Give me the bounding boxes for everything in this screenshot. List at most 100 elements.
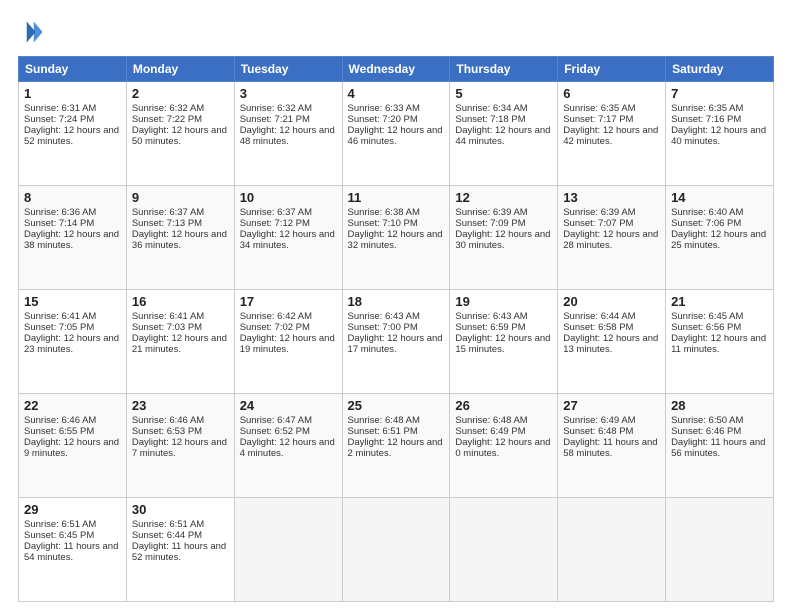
- calendar-cell: 25Sunrise: 6:48 AMSunset: 6:51 PMDayligh…: [342, 394, 450, 498]
- daylight: Daylight: 12 hours and 46 minutes.: [348, 125, 443, 147]
- daylight: Daylight: 12 hours and 40 minutes.: [671, 125, 766, 147]
- day-number: 3: [240, 86, 337, 101]
- sunset: Sunset: 6:58 PM: [563, 322, 633, 333]
- daylight: Daylight: 12 hours and 32 minutes.: [348, 229, 443, 251]
- sunrise: Sunrise: 6:42 AM: [240, 311, 312, 322]
- calendar-cell: 13Sunrise: 6:39 AMSunset: 7:07 PMDayligh…: [558, 186, 666, 290]
- sunset: Sunset: 6:56 PM: [671, 322, 741, 333]
- calendar-cell: 6Sunrise: 6:35 AMSunset: 7:17 PMDaylight…: [558, 82, 666, 186]
- sunset: Sunset: 7:22 PM: [132, 114, 202, 125]
- weekday-header-monday: Monday: [126, 57, 234, 82]
- daylight: Daylight: 11 hours and 56 minutes.: [671, 437, 765, 459]
- sunset: Sunset: 7:05 PM: [24, 322, 94, 333]
- day-number: 16: [132, 294, 229, 309]
- calendar-cell: 8Sunrise: 6:36 AMSunset: 7:14 PMDaylight…: [19, 186, 127, 290]
- sunset: Sunset: 7:10 PM: [348, 218, 418, 229]
- sunset: Sunset: 6:51 PM: [348, 426, 418, 437]
- header: [18, 18, 774, 46]
- sunset: Sunset: 6:49 PM: [455, 426, 525, 437]
- daylight: Daylight: 12 hours and 48 minutes.: [240, 125, 335, 147]
- week-row-4: 22Sunrise: 6:46 AMSunset: 6:55 PMDayligh…: [19, 394, 774, 498]
- daylight: Daylight: 11 hours and 54 minutes.: [24, 541, 118, 563]
- sunrise: Sunrise: 6:31 AM: [24, 103, 96, 114]
- day-number: 17: [240, 294, 337, 309]
- sunrise: Sunrise: 6:41 AM: [132, 311, 204, 322]
- day-number: 29: [24, 502, 121, 517]
- weekday-header-thursday: Thursday: [450, 57, 558, 82]
- daylight: Daylight: 12 hours and 36 minutes.: [132, 229, 227, 251]
- calendar-cell: 19Sunrise: 6:43 AMSunset: 6:59 PMDayligh…: [450, 290, 558, 394]
- day-number: 21: [671, 294, 768, 309]
- daylight: Daylight: 12 hours and 44 minutes.: [455, 125, 550, 147]
- sunrise: Sunrise: 6:37 AM: [132, 207, 204, 218]
- sunrise: Sunrise: 6:50 AM: [671, 415, 743, 426]
- calendar-cell: 17Sunrise: 6:42 AMSunset: 7:02 PMDayligh…: [234, 290, 342, 394]
- day-number: 1: [24, 86, 121, 101]
- daylight: Daylight: 12 hours and 25 minutes.: [671, 229, 766, 251]
- calendar-cell: 7Sunrise: 6:35 AMSunset: 7:16 PMDaylight…: [666, 82, 774, 186]
- day-number: 30: [132, 502, 229, 517]
- sunrise: Sunrise: 6:32 AM: [132, 103, 204, 114]
- calendar-cell: [558, 498, 666, 602]
- calendar-cell: 20Sunrise: 6:44 AMSunset: 6:58 PMDayligh…: [558, 290, 666, 394]
- calendar-cell: 16Sunrise: 6:41 AMSunset: 7:03 PMDayligh…: [126, 290, 234, 394]
- daylight: Daylight: 12 hours and 17 minutes.: [348, 333, 443, 355]
- day-number: 20: [563, 294, 660, 309]
- logo: [18, 18, 50, 46]
- sunset: Sunset: 7:09 PM: [455, 218, 525, 229]
- daylight: Daylight: 12 hours and 28 minutes.: [563, 229, 658, 251]
- calendar-cell: 4Sunrise: 6:33 AMSunset: 7:20 PMDaylight…: [342, 82, 450, 186]
- sunrise: Sunrise: 6:43 AM: [455, 311, 527, 322]
- daylight: Daylight: 12 hours and 15 minutes.: [455, 333, 550, 355]
- day-number: 6: [563, 86, 660, 101]
- sunset: Sunset: 7:06 PM: [671, 218, 741, 229]
- sunset: Sunset: 7:02 PM: [240, 322, 310, 333]
- daylight: Daylight: 11 hours and 58 minutes.: [563, 437, 657, 459]
- sunrise: Sunrise: 6:37 AM: [240, 207, 312, 218]
- week-row-3: 15Sunrise: 6:41 AMSunset: 7:05 PMDayligh…: [19, 290, 774, 394]
- weekday-header-wednesday: Wednesday: [342, 57, 450, 82]
- day-number: 8: [24, 190, 121, 205]
- sunset: Sunset: 6:45 PM: [24, 530, 94, 541]
- day-number: 18: [348, 294, 445, 309]
- daylight: Daylight: 12 hours and 42 minutes.: [563, 125, 658, 147]
- sunset: Sunset: 6:53 PM: [132, 426, 202, 437]
- calendar-cell: 11 Sunrise: 6:38 AMSunset: 7:10 PMDayligh…: [342, 186, 450, 290]
- daylight: Daylight: 12 hours and 30 minutes.: [455, 229, 550, 251]
- calendar-cell: 9Sunrise: 6:37 AMSunset: 7:13 PMDaylight…: [126, 186, 234, 290]
- sunrise: Sunrise: 6:39 AM: [563, 207, 635, 218]
- calendar-cell: 3Sunrise: 6:32 AMSunset: 7:21 PMDaylight…: [234, 82, 342, 186]
- sunset: Sunset: 6:48 PM: [563, 426, 633, 437]
- calendar-cell: 1Sunrise: 6:31 AMSunset: 7:24 PMDaylight…: [19, 82, 127, 186]
- weekday-header-sunday: Sunday: [19, 57, 127, 82]
- day-number: 2: [132, 86, 229, 101]
- day-number: 10: [240, 190, 337, 205]
- daylight: Daylight: 12 hours and 50 minutes.: [132, 125, 227, 147]
- day-number: 28: [671, 398, 768, 413]
- sunrise: Sunrise: 6:33 AM: [348, 103, 420, 114]
- daylight: Daylight: 12 hours and 9 minutes.: [24, 437, 119, 459]
- sunset: Sunset: 7:14 PM: [24, 218, 94, 229]
- sunset: Sunset: 6:46 PM: [671, 426, 741, 437]
- day-number: 7: [671, 86, 768, 101]
- daylight: Daylight: 12 hours and 11 minutes.: [671, 333, 766, 355]
- calendar-cell: 26Sunrise: 6:48 AMSunset: 6:49 PMDayligh…: [450, 394, 558, 498]
- sunset: Sunset: 7:21 PM: [240, 114, 310, 125]
- weekday-header-tuesday: Tuesday: [234, 57, 342, 82]
- sunrise: Sunrise: 6:38 AM: [348, 207, 420, 218]
- calendar-cell: 27Sunrise: 6:49 AMSunset: 6:48 PMDayligh…: [558, 394, 666, 498]
- daylight: Daylight: 12 hours and 52 minutes.: [24, 125, 119, 147]
- calendar-cell: 28 Sunrise: 6:50 AMSunset: 6:46 PMDayligh…: [666, 394, 774, 498]
- daylight: Daylight: 12 hours and 2 minutes.: [348, 437, 443, 459]
- day-number: 13: [563, 190, 660, 205]
- weekday-header-saturday: Saturday: [666, 57, 774, 82]
- calendar-cell: [342, 498, 450, 602]
- daylight: Daylight: 12 hours and 38 minutes.: [24, 229, 119, 251]
- calendar-cell: 5Sunrise: 6:34 AMSunset: 7:18 PMDaylight…: [450, 82, 558, 186]
- week-row-5: 29Sunrise: 6:51 AMSunset: 6:45 PMDayligh…: [19, 498, 774, 602]
- sunrise: Sunrise: 6:48 AM: [455, 415, 527, 426]
- day-number: 24: [240, 398, 337, 413]
- day-number: 11: [348, 190, 445, 205]
- sunrise: Sunrise: 6:40 AM: [671, 207, 743, 218]
- sunrise: Sunrise: 6:46 AM: [132, 415, 204, 426]
